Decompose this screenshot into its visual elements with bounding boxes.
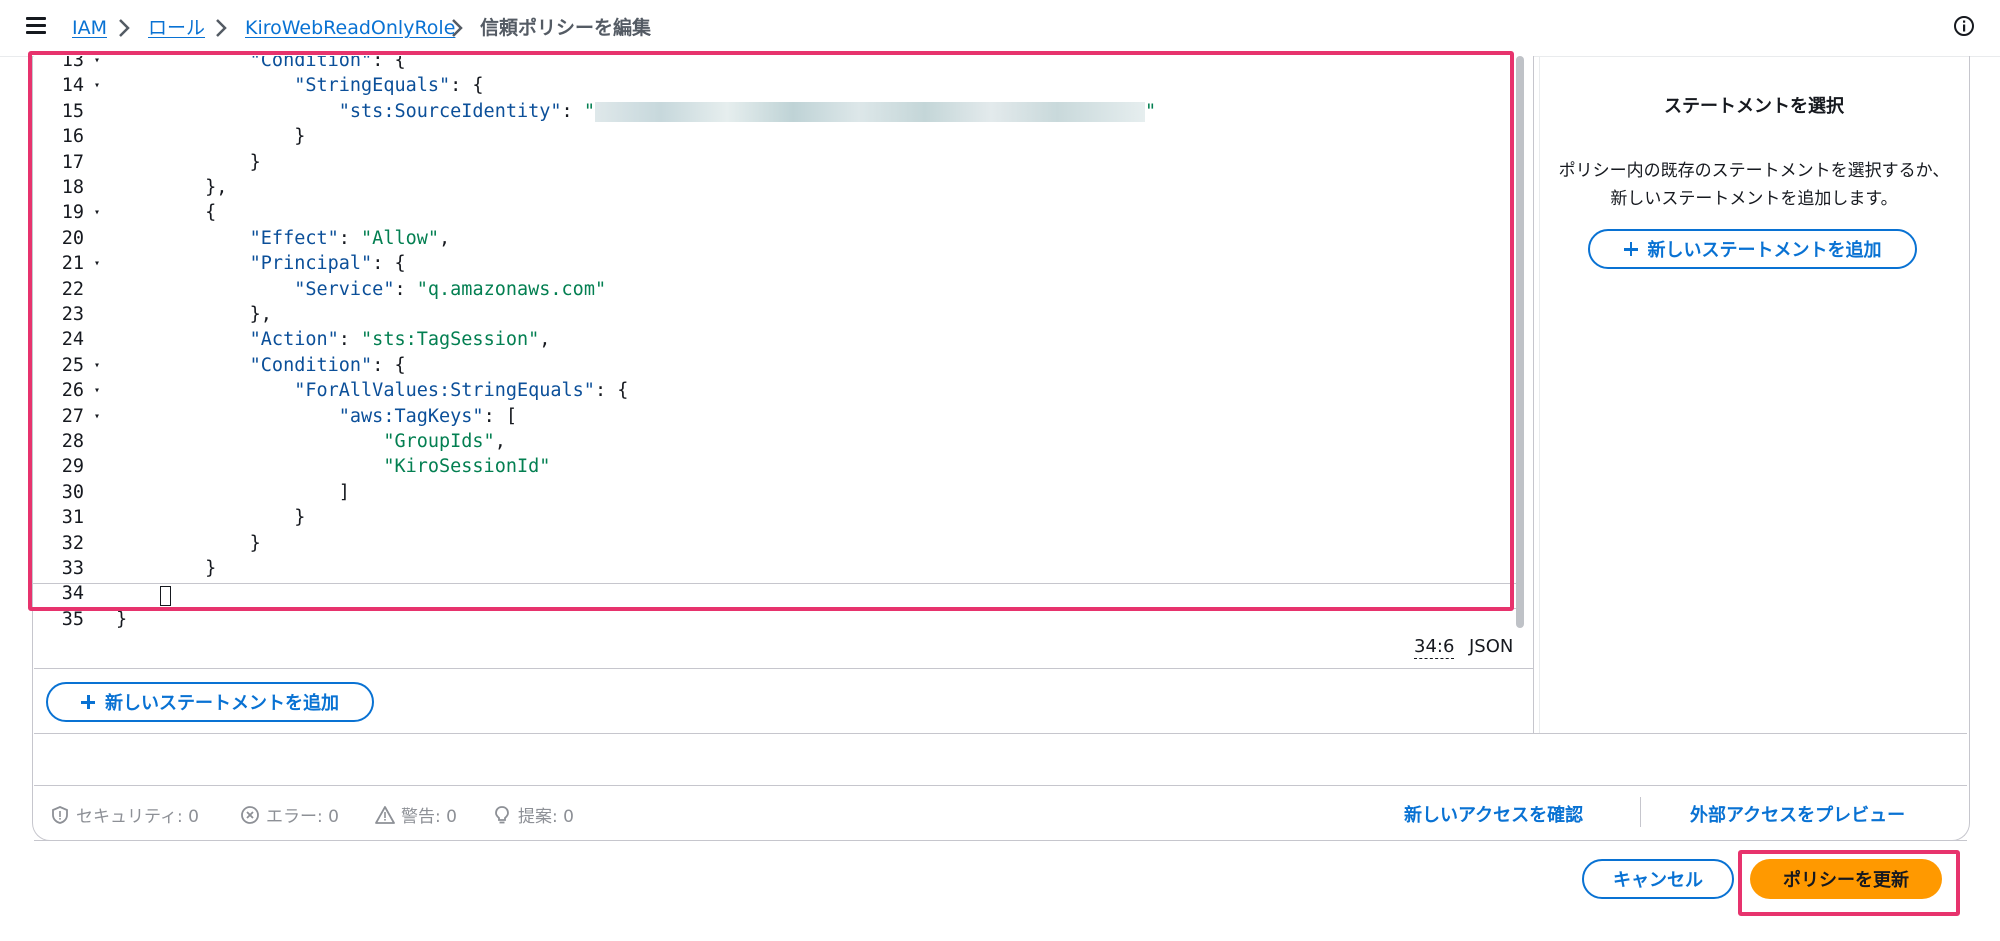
chevron-right-icon xyxy=(119,19,130,37)
breadcrumb-role-name[interactable]: KiroWebReadOnlyRole xyxy=(245,14,455,42)
info-icon[interactable] xyxy=(1953,15,1975,37)
cancel-label: キャンセル xyxy=(1613,870,1703,891)
divider xyxy=(34,668,1533,669)
breadcrumb-iam[interactable]: IAM xyxy=(72,14,107,42)
plus-icon xyxy=(81,695,95,709)
chevron-right-icon xyxy=(216,19,227,37)
menu-icon[interactable] xyxy=(26,17,46,35)
security-findings[interactable]: セキュリティ: 0 xyxy=(50,802,199,827)
warning-icon xyxy=(375,805,395,824)
suggestion-findings[interactable]: 提案: 0 xyxy=(492,802,574,827)
warning-findings[interactable]: 警告: 0 xyxy=(375,802,457,827)
cancel-button[interactable]: キャンセル xyxy=(1582,859,1734,899)
divider xyxy=(34,840,1967,841)
panel-divider xyxy=(1533,56,1534,733)
highlight-box-editor xyxy=(28,51,1514,611)
panel-divider[interactable] xyxy=(1539,56,1540,733)
add-statement-label: 新しいステートメントを追加 xyxy=(105,693,339,714)
add-statement-button[interactable]: 新しいステートメントを追加 xyxy=(46,682,374,722)
side-add-statement-button[interactable]: 新しいステートメントを追加 xyxy=(1588,229,1917,269)
plus-icon xyxy=(1623,242,1638,256)
security-count: セキュリティ: 0 xyxy=(76,807,199,827)
editor-mode: JSON xyxy=(1469,636,1514,657)
top-navigation-bar: IAM ロール KiroWebReadOnlyRole 信頼ポリシーを編集 xyxy=(0,0,2000,57)
editor-scrollbar[interactable] xyxy=(1516,56,1524,628)
divider xyxy=(1640,797,1641,827)
lightbulb-icon xyxy=(495,805,509,823)
side-panel-description: ポリシー内の既存のステートメントを選択するか、新しいステートメントを追加します。 xyxy=(1558,161,1950,209)
suggestion-count: 提案: 0 xyxy=(518,807,574,827)
divider xyxy=(34,733,1967,734)
shield-icon xyxy=(52,805,68,824)
preview-external-access-link[interactable]: 外部アクセスをプレビュー xyxy=(1690,801,1905,827)
divider xyxy=(34,785,1967,786)
breadcrumb-roles[interactable]: ロール xyxy=(148,14,205,42)
add-statement-label: 新しいステートメントを追加 xyxy=(1647,240,1882,261)
warning-count: 警告: 0 xyxy=(401,807,457,827)
review-new-access-link[interactable]: 新しいアクセスを確認 xyxy=(1404,801,1583,827)
cursor-position: 34:6 xyxy=(1414,636,1455,659)
code-token: } xyxy=(116,608,128,630)
error-findings[interactable]: エラー: 0 xyxy=(240,802,339,827)
side-panel-title: ステートメントを選択 xyxy=(1664,96,1844,117)
breadcrumb-current-page: 信頼ポリシーを編集 xyxy=(480,17,652,39)
chevron-right-icon xyxy=(452,19,463,37)
error-count: エラー: 0 xyxy=(266,807,339,827)
error-icon xyxy=(241,805,259,824)
highlight-box-update-button xyxy=(1738,850,1960,916)
